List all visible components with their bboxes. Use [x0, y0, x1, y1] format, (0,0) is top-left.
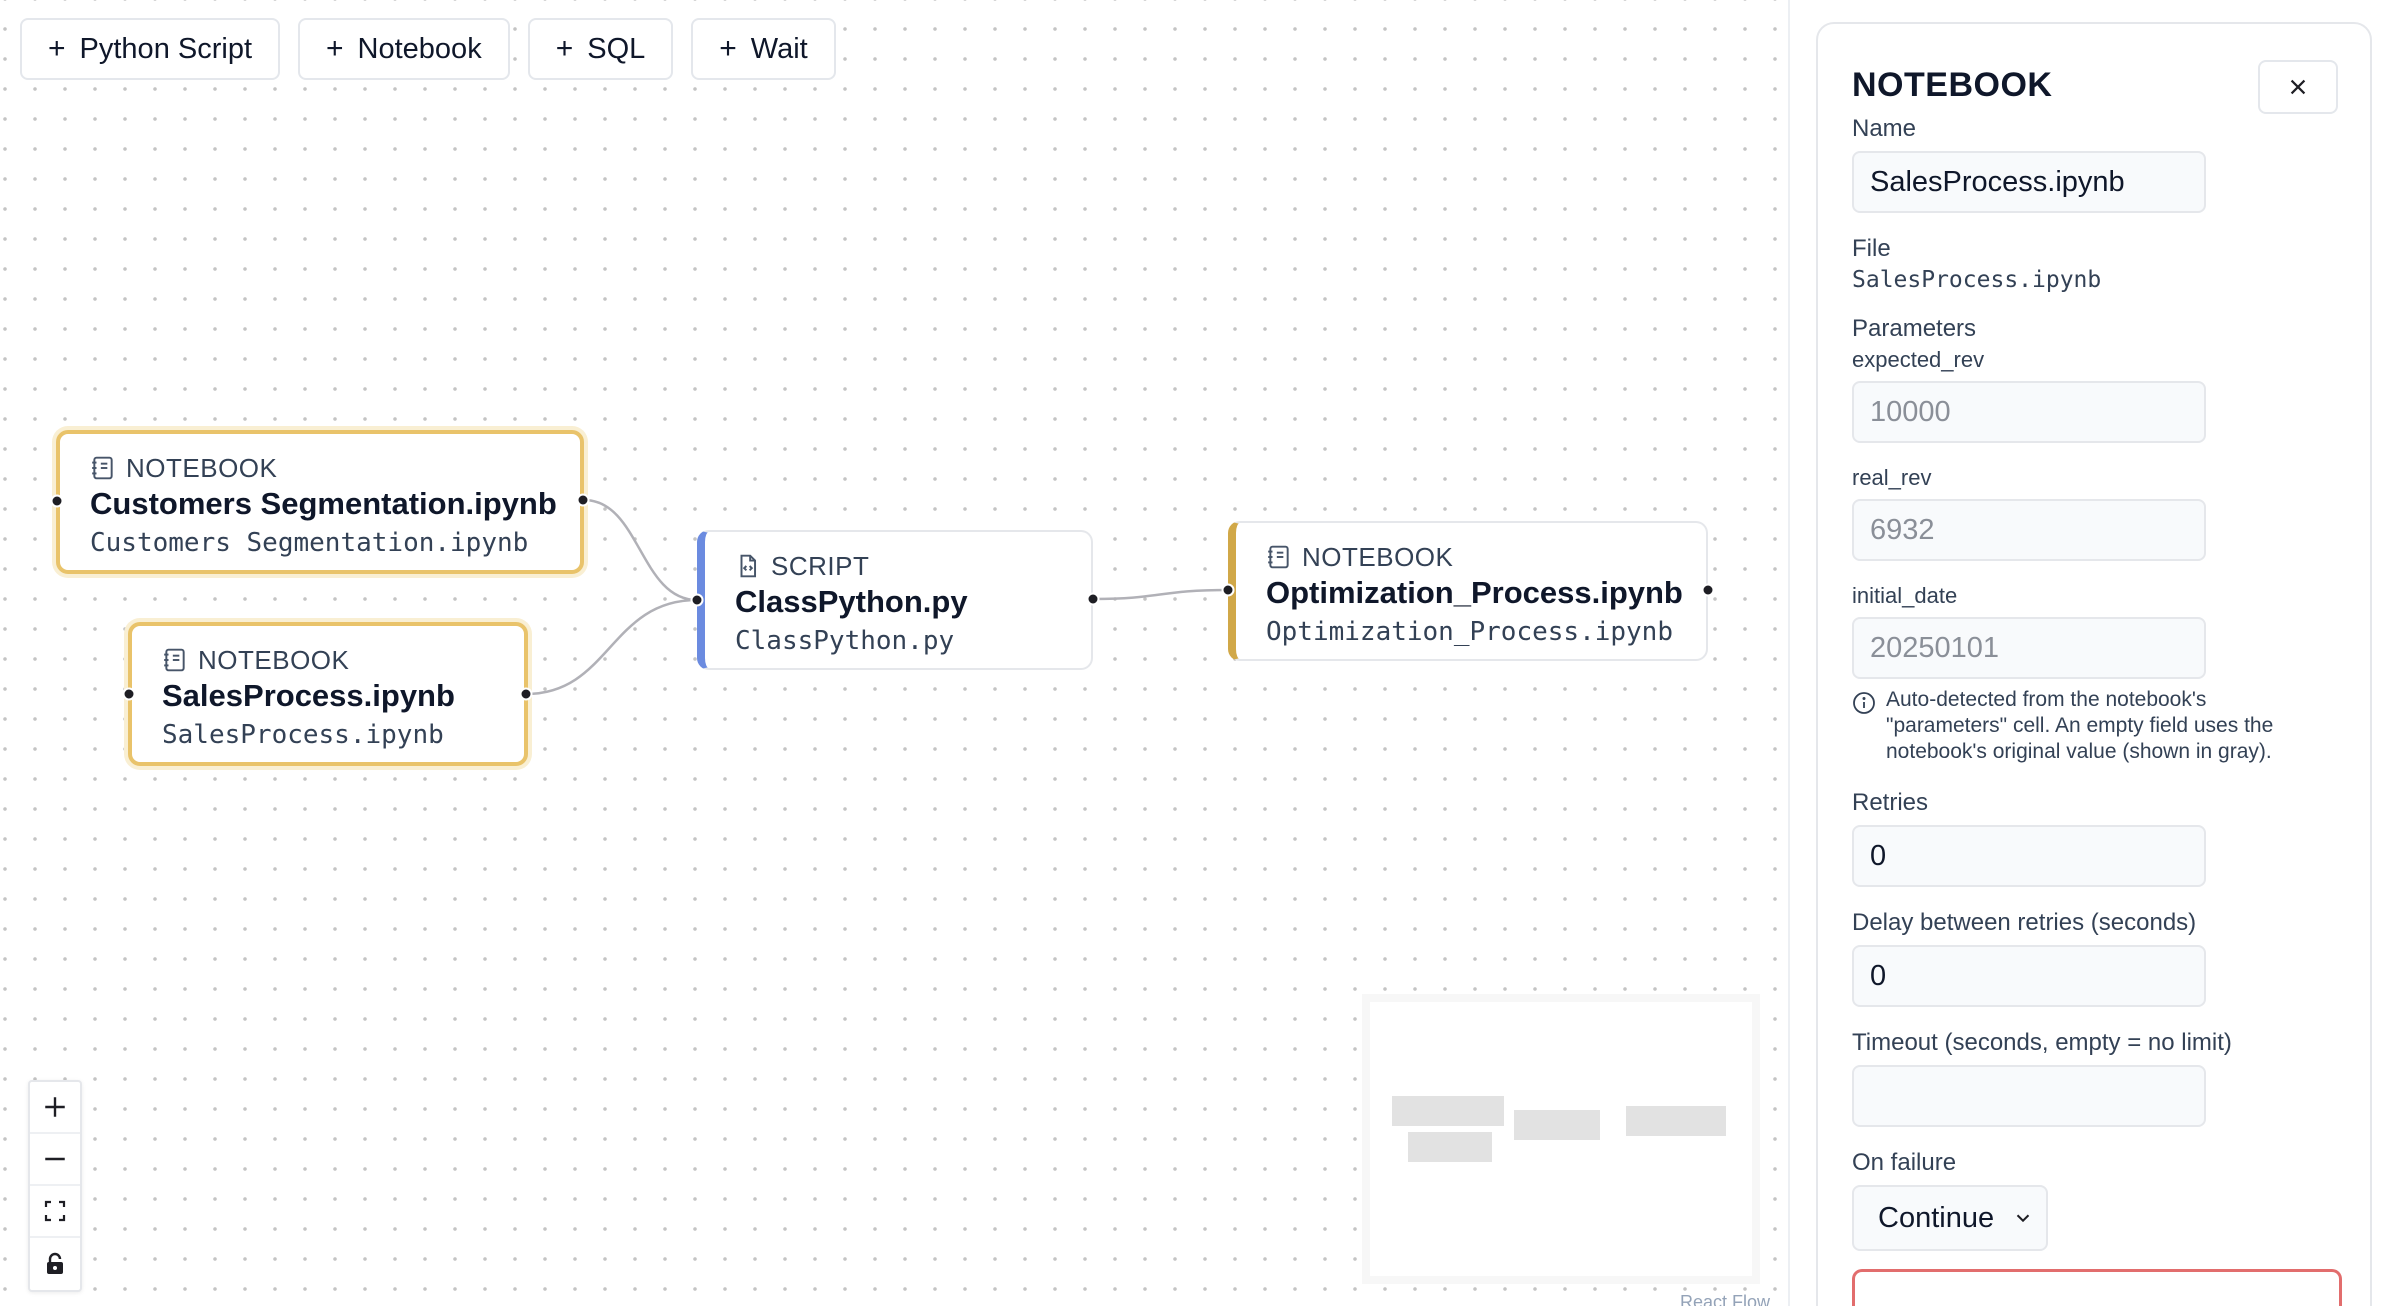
minimap-node [1392, 1096, 1504, 1126]
file-label: File [1852, 235, 1891, 262]
zoom-out-icon [45, 1157, 65, 1161]
hint-text: Auto-detected from the notebook's "param… [1886, 688, 2274, 763]
node-kind: NOTEBOOK [162, 644, 494, 676]
handle-target[interactable] [122, 687, 136, 701]
node-kind: SCRIPT [735, 550, 1061, 582]
file-value: SalesProcess.ipynb [1852, 267, 2102, 293]
handle-source[interactable] [1701, 583, 1715, 597]
lock-button[interactable] [30, 1238, 80, 1290]
delay-label: Delay between retries (seconds) [1852, 909, 2197, 936]
retries-label: Retries [1852, 789, 1929, 816]
handle-source[interactable] [1086, 592, 1100, 606]
zoom-out-button[interactable] [30, 1134, 80, 1186]
close-panel-button[interactable] [2258, 60, 2338, 114]
fit-view-icon [44, 1200, 66, 1222]
react-flow-attribution[interactable]: React Flow [1680, 1292, 1770, 1306]
node-title: ClassPython.py [735, 584, 968, 619]
param-label-expected-rev: expected_rev [1852, 347, 1985, 372]
canvas-controls [28, 1080, 82, 1292]
minimap[interactable] [1362, 994, 1760, 1284]
lock-icon [47, 1252, 63, 1274]
edge-script-to-optimization[interactable] [1093, 588, 1229, 601]
notebook-icon [92, 456, 113, 480]
parameters-hint: Auto-detected from the notebook's "param… [1852, 687, 2332, 765]
node-kind: NOTEBOOK [1266, 541, 1676, 573]
timeout-label: Timeout (seconds, empty = no limit) [1852, 1029, 2232, 1056]
edge-customers-to-script[interactable] [583, 498, 698, 602]
handle-target[interactable] [1221, 583, 1235, 597]
notebook-icon [1268, 545, 1289, 569]
handle-target[interactable] [690, 593, 704, 607]
node-kind-label: NOTEBOOK [198, 644, 350, 675]
node-customers-segmentation[interactable]: NOTEBOOK Customers Segmentation.ipynb Cu… [56, 430, 584, 574]
param-label-initial-date: initial_date [1852, 583, 1958, 608]
on-failure-label: On failure [1852, 1149, 1957, 1176]
flow-canvas[interactable]: + Python Script + Notebook + SQL + Wait [0, 0, 1790, 1306]
app: + Python Script + Notebook + SQL + Wait [0, 0, 2392, 1306]
notebook-icon [164, 648, 185, 672]
handle-target[interactable] [50, 494, 64, 508]
minimap-node [1626, 1106, 1726, 1136]
param-input-expected-rev[interactable] [1852, 381, 2206, 443]
close-icon [2290, 79, 2306, 95]
node-file: SalesProcess.ipynb [162, 720, 444, 750]
minimap-node [1514, 1110, 1600, 1140]
zoom-in-icon [45, 1097, 65, 1117]
handle-source[interactable] [576, 493, 590, 507]
timeout-input[interactable] [1852, 1065, 2206, 1127]
edge-sales-to-script[interactable] [525, 598, 698, 696]
node-kind-label: NOTEBOOK [1302, 541, 1454, 572]
node-optimization-process[interactable]: NOTEBOOK Optimization_Process.ipynb Opti… [1228, 521, 1708, 661]
param-label-real-rev: real_rev [1852, 465, 1932, 490]
name-input[interactable] [1852, 151, 2206, 213]
param-input-real-rev[interactable] [1852, 499, 2206, 561]
node-kind: NOTEBOOK [90, 452, 550, 484]
node-file: Customers Segmentation.ipynb [90, 528, 529, 558]
handle-source[interactable] [519, 687, 533, 701]
chevron-down-icon [2016, 1214, 2030, 1223]
param-input-initial-date[interactable] [1852, 617, 2206, 679]
delay-input[interactable] [1852, 945, 2206, 1007]
node-settings-panel: NOTEBOOK Name File SalesProcess.ipynb Pa… [1816, 22, 2372, 1306]
minimap-node [1408, 1132, 1492, 1162]
on-failure-value: Continue [1878, 1201, 1995, 1234]
node-kind-label: SCRIPT [771, 550, 870, 581]
node-title: SalesProcess.ipynb [162, 678, 455, 713]
node-kind-label: NOTEBOOK [126, 452, 278, 483]
delete-node-button[interactable] [1852, 1269, 2342, 1306]
script-file-icon [740, 554, 757, 578]
parameters-label: Parameters [1852, 315, 1977, 342]
node-title: Customers Segmentation.ipynb [90, 486, 557, 521]
name-label: Name [1852, 115, 1917, 142]
minimap-viewport [1370, 1002, 1752, 1276]
node-file: ClassPython.py [735, 626, 955, 656]
zoom-in-button[interactable] [30, 1082, 80, 1134]
retries-input[interactable] [1852, 825, 2206, 887]
fit-view-button[interactable] [30, 1186, 80, 1238]
on-failure-select[interactable]: Continue [1852, 1185, 2048, 1251]
node-file: Optimization_Process.ipynb [1266, 617, 1673, 647]
info-icon [1853, 692, 1875, 714]
node-title: Optimization_Process.ipynb [1266, 575, 1683, 610]
node-salesprocess[interactable]: NOTEBOOK SalesProcess.ipynb SalesProcess… [128, 622, 528, 766]
node-classpython[interactable]: SCRIPT ClassPython.py ClassPython.py [697, 530, 1093, 670]
